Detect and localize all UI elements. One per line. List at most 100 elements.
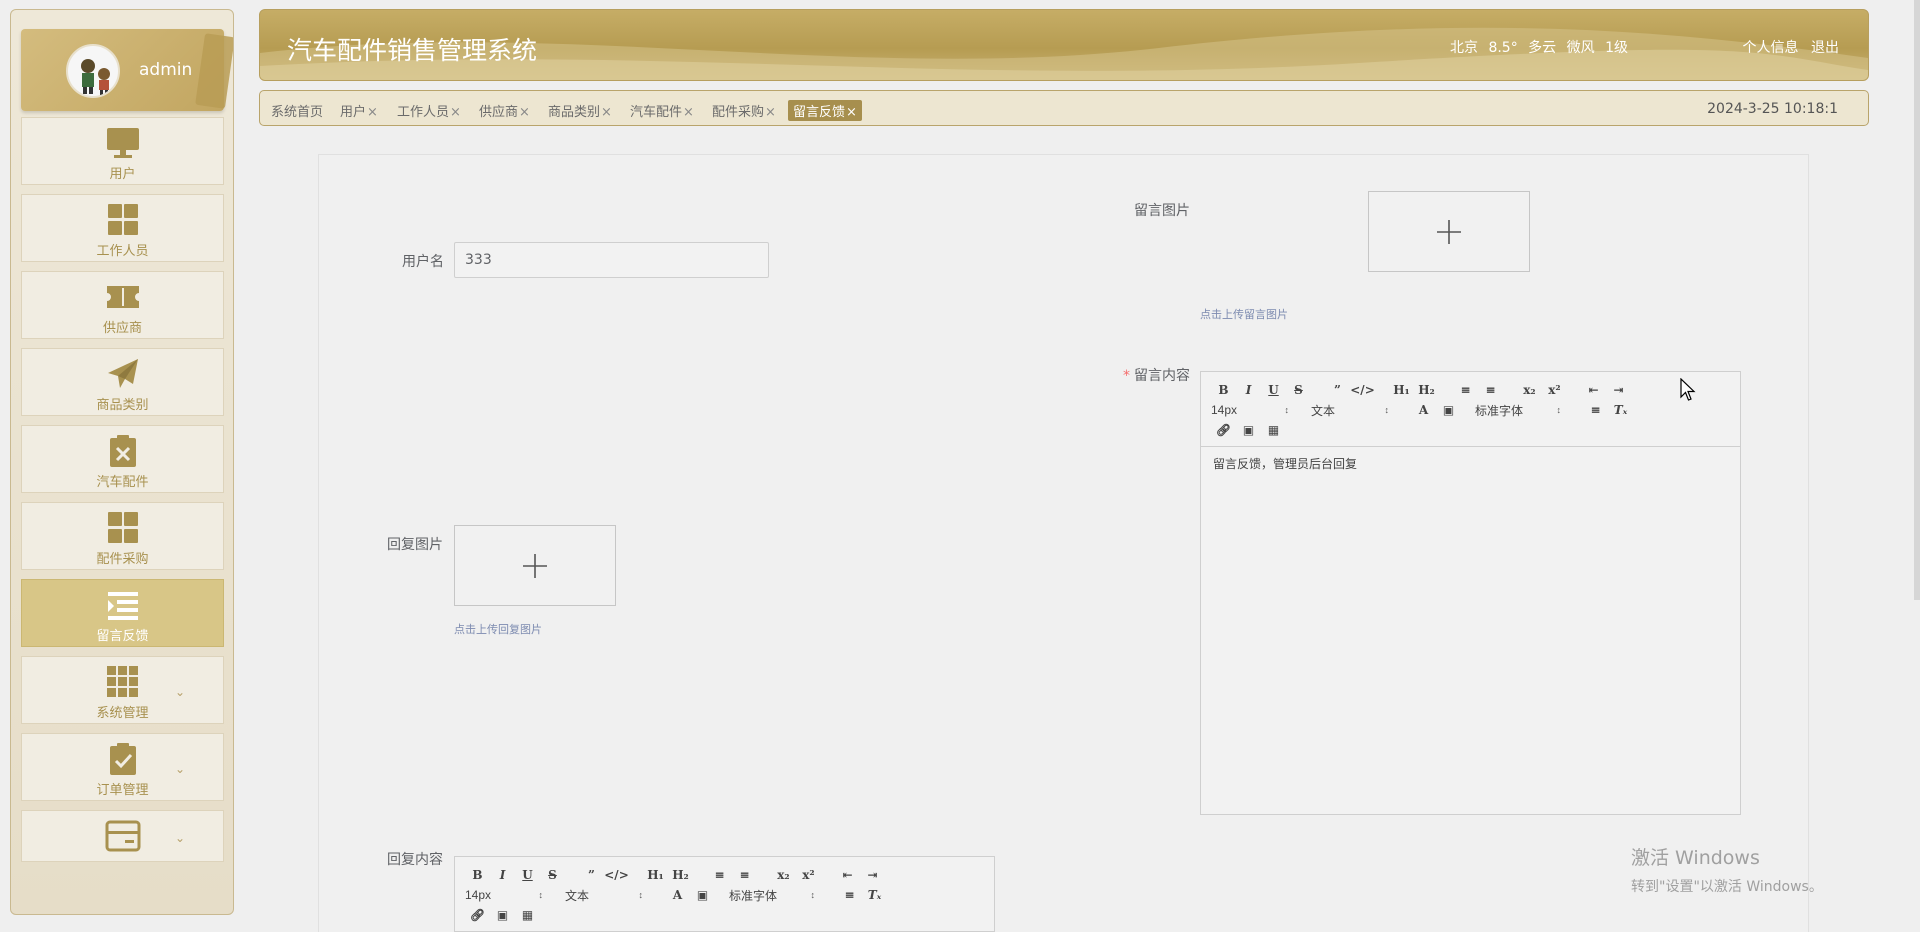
sidebar-item-staff[interactable]: 工作人员 — [21, 194, 224, 262]
tab-staff[interactable]: 工作人员× — [392, 100, 466, 121]
strike-button[interactable]: S — [540, 868, 565, 882]
bold-button[interactable]: B — [465, 868, 490, 882]
grid-icon — [107, 512, 138, 543]
tab-users[interactable]: 用户× — [335, 100, 383, 121]
sidebar-item-auto-parts[interactable]: 汽车配件 — [21, 425, 224, 493]
user-profile-card[interactable]: admin — [21, 29, 233, 111]
subscript-button[interactable]: x₂ — [1517, 383, 1542, 397]
message-content-editor[interactable]: B I U S ” </> H₁ H₂ ≡ ≡ x₂ x² ⇤ ⇥ 14px ↕… — [1200, 371, 1741, 815]
indent-icon[interactable]: ⇥ — [860, 868, 885, 882]
underline-button[interactable]: U — [515, 868, 540, 882]
code-block-icon[interactable]: </> — [1350, 383, 1375, 397]
font-size-value: 14px — [465, 888, 492, 902]
tab-feedback[interactable]: 留言反馈× — [788, 100, 862, 121]
paper-plane-icon — [107, 359, 138, 388]
video-icon[interactable]: ▦ — [1261, 423, 1286, 437]
chevron-down-icon: ⌄ — [174, 685, 185, 699]
sidebar-item-feedback[interactable]: 留言反馈 — [21, 579, 224, 647]
close-icon[interactable]: × — [519, 105, 530, 120]
select-arrow-icon: ↕ — [638, 890, 644, 900]
clear-format-icon[interactable]: Tₓ — [1608, 403, 1633, 417]
image-icon[interactable]: ▣ — [1236, 423, 1261, 437]
font-size-select[interactable]: 14px ↕ — [1211, 403, 1289, 417]
font-color-icon[interactable]: A — [665, 888, 690, 902]
ordered-list-icon[interactable]: ≡ — [1453, 383, 1478, 397]
sidebar-item-users[interactable]: 用户 — [21, 117, 224, 185]
link-icon[interactable]: 🔗︎ — [1211, 423, 1236, 437]
background-color-icon[interactable]: ▣ — [1436, 403, 1461, 417]
username-input[interactable]: 333 — [454, 242, 769, 278]
tab-home[interactable]: 系统首页 — [266, 100, 328, 121]
page-scrollbar[interactable] — [1914, 0, 1920, 932]
h2-button[interactable]: H₂ — [668, 868, 693, 882]
blockquote-icon[interactable]: ” — [1325, 383, 1350, 397]
strike-button[interactable]: S — [1286, 383, 1311, 397]
windows-activation-watermark: 激活 Windows 转到"设置"以激活 Windows。 — [1631, 843, 1823, 896]
sidebar-item-label: 配件采购 — [96, 552, 149, 567]
tab-purchasing[interactable]: 配件采购× — [707, 100, 781, 121]
tab-suppliers[interactable]: 供应商× — [474, 100, 535, 121]
message-image-upload[interactable] — [1368, 191, 1530, 272]
align-icon[interactable]: ≡ — [1583, 403, 1608, 417]
monitor-icon — [106, 128, 139, 158]
link-icon[interactable]: 🔗︎ — [465, 908, 490, 922]
sidebar-item-label: 供应商 — [102, 321, 142, 336]
blockquote-icon[interactable]: ” — [579, 868, 604, 882]
indent-icon[interactable]: ⇥ — [1606, 383, 1631, 397]
sidebar-item-suppliers[interactable]: 供应商 — [21, 271, 224, 339]
profile-link[interactable]: 个人信息 — [1743, 40, 1799, 56]
h1-button[interactable]: H₁ — [1389, 383, 1414, 397]
sidebar-item-purchasing[interactable]: 配件采购 — [21, 502, 224, 570]
tab-categories[interactable]: 商品类别× — [543, 100, 617, 121]
close-icon[interactable]: × — [450, 105, 461, 120]
tab-auto-parts[interactable]: 汽车配件× — [625, 100, 699, 121]
outdent-icon[interactable]: ⇤ — [1581, 383, 1606, 397]
align-icon[interactable]: ≡ — [837, 888, 862, 902]
close-icon[interactable]: × — [765, 105, 776, 120]
superscript-button[interactable]: x² — [796, 868, 821, 882]
h1-button[interactable]: H₁ — [643, 868, 668, 882]
font-family-select[interactable]: 标准字体 ↕ — [729, 887, 815, 904]
code-block-icon[interactable]: </> — [604, 868, 629, 882]
close-icon[interactable]: × — [367, 105, 378, 120]
scrollbar-thumb[interactable] — [1914, 0, 1920, 600]
sidebar-item-system[interactable]: 系统管理 ⌄ — [21, 656, 224, 724]
bullet-list-icon[interactable]: ≡ — [732, 868, 757, 882]
bullet-list-icon[interactable]: ≡ — [1478, 383, 1503, 397]
close-icon[interactable]: × — [846, 105, 857, 120]
sidebar-item-categories[interactable]: 商品类别 — [21, 348, 224, 416]
sidebar-item-label: 用户 — [109, 167, 136, 182]
italic-button[interactable]: I — [490, 868, 515, 882]
sidebar-item-more[interactable]: ⌄ — [21, 810, 224, 862]
reply-content-editor[interactable]: B I U S ” </> H₁ H₂ ≡ ≡ x₂ x² ⇤ ⇥ 14px ↕… — [454, 856, 995, 932]
image-icon[interactable]: ▣ — [490, 908, 515, 922]
ordered-list-icon[interactable]: ≡ — [707, 868, 732, 882]
reply-image-upload[interactable] — [454, 525, 616, 606]
italic-button[interactable]: I — [1236, 383, 1261, 397]
sidebar-item-orders[interactable]: 订单管理 ⌄ — [21, 733, 224, 801]
background-color-icon[interactable]: ▣ — [690, 888, 715, 902]
header-select[interactable]: 文本 ↕ — [1311, 402, 1389, 419]
outdent-icon[interactable]: ⇤ — [835, 868, 860, 882]
top-header: 汽车配件销售管理系统 北京 8.5° 多云 微风 1级 个人信息 退出 — [259, 9, 1869, 81]
underline-button[interactable]: U — [1261, 383, 1286, 397]
header-select[interactable]: 文本 ↕ — [565, 887, 643, 904]
logout-link[interactable]: 退出 — [1811, 40, 1839, 56]
close-icon[interactable]: × — [683, 105, 694, 120]
font-size-select[interactable]: 14px ↕ — [465, 888, 543, 902]
message-content-label: * 留言内容 — [1123, 365, 1190, 385]
clear-format-icon[interactable]: Tₓ — [862, 888, 887, 902]
username-label: admin — [139, 60, 193, 80]
video-icon[interactable]: ▦ — [515, 908, 540, 922]
superscript-button[interactable]: x² — [1542, 383, 1567, 397]
bold-button[interactable]: B — [1211, 383, 1236, 397]
avatar[interactable] — [66, 44, 120, 98]
editor-content[interactable]: 留言反馈，管理员后台回复 — [1201, 447, 1740, 480]
font-color-icon[interactable]: A — [1411, 403, 1436, 417]
close-icon[interactable]: × — [601, 105, 612, 120]
h2-button[interactable]: H₂ — [1414, 383, 1439, 397]
sidebar-item-label: 系统管理 — [96, 706, 149, 721]
subscript-button[interactable]: x₂ — [771, 868, 796, 882]
font-family-select[interactable]: 标准字体 ↕ — [1475, 402, 1561, 419]
message-content-label-text: 留言内容 — [1134, 368, 1190, 384]
